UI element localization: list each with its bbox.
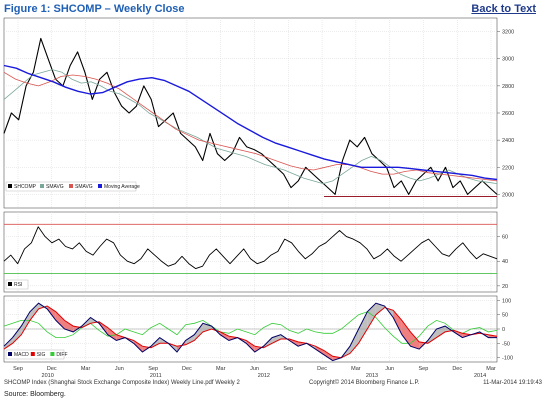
chart-area: Sep Dec Mar Jun Sep Dec Mar Jun Sep Dec Mar Jun Sep D… bbox=[3, 17, 514, 379]
y-tick-label: 0 bbox=[502, 327, 505, 333]
legend-swatch bbox=[50, 352, 55, 356]
x-tick-label: Mar bbox=[216, 366, 226, 372]
legend-swatch bbox=[8, 184, 12, 188]
legend-swatch bbox=[69, 184, 73, 188]
x-tick-label: Jun bbox=[385, 366, 394, 372]
x-tick-label: Dec bbox=[317, 366, 327, 372]
legend-swatch bbox=[8, 282, 12, 286]
legend-swatch bbox=[40, 184, 44, 188]
year-label: 2014 bbox=[474, 373, 486, 379]
y-tick-label: 40 bbox=[502, 259, 508, 265]
legend-label: SIG bbox=[37, 352, 46, 358]
y-tick-label: 50 bbox=[502, 313, 508, 319]
y-tick-label: -100 bbox=[502, 356, 513, 362]
chart-layer: Sep Dec Mar Jun Sep Dec Mar Jun Sep Dec Mar Jun Sep D… bbox=[3, 17, 514, 379]
x-tick-label: Mar bbox=[486, 366, 496, 372]
y-tick-label: 3200 bbox=[502, 30, 514, 36]
legend-label: MACD bbox=[14, 352, 29, 358]
year-label: 2012 bbox=[258, 373, 270, 379]
y-tick-label: 2600 bbox=[502, 111, 514, 117]
x-tick-label: Dec bbox=[47, 366, 57, 372]
y-tick-label: -50 bbox=[502, 341, 510, 347]
y-tick-label: 20 bbox=[502, 284, 508, 290]
footer-index-note: SHCOMP Index (Shanghai Stock Exchange Co… bbox=[4, 380, 240, 386]
legend-swatch bbox=[98, 184, 102, 188]
legend-label: SMAVG bbox=[46, 184, 64, 190]
y-tick-label: 2200 bbox=[502, 165, 514, 171]
footer-timestamp: 11-Mar-2014 19:19:43 bbox=[483, 380, 542, 386]
year-label: 2013 bbox=[366, 373, 378, 379]
x-tick-label: Sep bbox=[148, 366, 158, 372]
y-tick-label: 3000 bbox=[502, 57, 514, 63]
legend-label: SMAVG bbox=[75, 184, 93, 190]
legend-label: SHCOMP bbox=[14, 184, 37, 190]
x-tick-label: Sep bbox=[13, 366, 23, 372]
y-tick-label: 2800 bbox=[502, 84, 514, 90]
year-label: 2010 bbox=[42, 373, 54, 379]
x-tick-label: Mar bbox=[351, 366, 361, 372]
legend-label: DIFF bbox=[56, 352, 67, 358]
footer-copyright: Copyright© 2014 Bloomberg Finance L.P. bbox=[309, 380, 420, 386]
x-tick-label: Dec bbox=[182, 366, 192, 372]
legend-swatch bbox=[30, 352, 35, 356]
legend-label: Moving Average bbox=[104, 184, 140, 190]
legend-swatch bbox=[8, 352, 12, 356]
x-tick-label: Dec bbox=[452, 366, 462, 372]
y-tick-label: 2400 bbox=[502, 138, 514, 144]
year-label: 2011 bbox=[150, 373, 162, 379]
y-tick-label: 100 bbox=[502, 298, 511, 304]
x-tick-label: Sep bbox=[419, 366, 429, 372]
x-tick-label: Mar bbox=[81, 366, 91, 372]
x-tick-label: Sep bbox=[283, 366, 293, 372]
y-tick-label: 60 bbox=[502, 235, 508, 241]
y-tick-label: 2000 bbox=[502, 192, 514, 198]
x-tick-label: Jun bbox=[250, 366, 259, 372]
source-note: Source: Bloomberg. bbox=[4, 391, 66, 398]
legend-label: RSI bbox=[14, 282, 22, 288]
x-tick-label: Jun bbox=[115, 366, 124, 372]
